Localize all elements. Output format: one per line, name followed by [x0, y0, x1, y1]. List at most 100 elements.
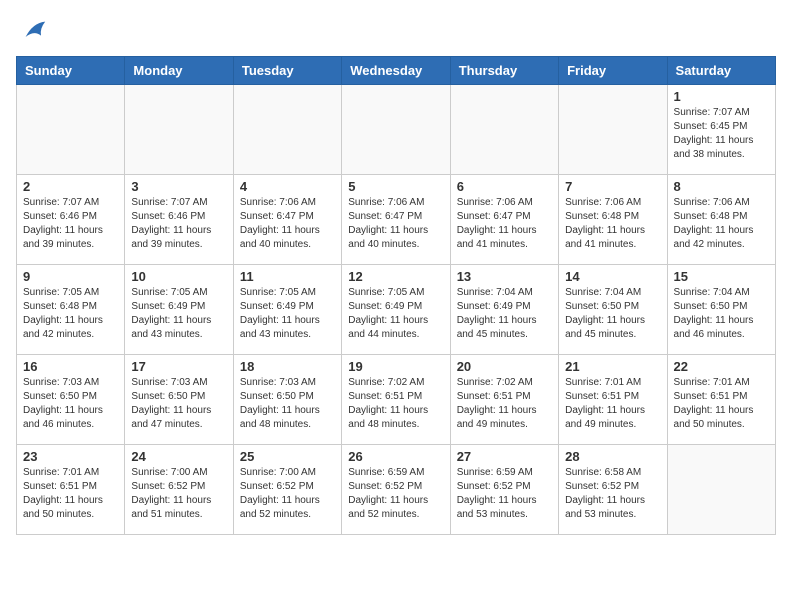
calendar-day-cell: 1 Sunrise: 7:07 AM Sunset: 6:45 PM Daylig…: [667, 85, 775, 175]
calendar-day-cell: 17 Sunrise: 7:03 AM Sunset: 6:50 PM Dayli…: [125, 355, 233, 445]
calendar-day-cell: 5 Sunrise: 7:06 AM Sunset: 6:47 PM Daylig…: [342, 175, 450, 265]
calendar-day-cell: 18 Sunrise: 7:03 AM Sunset: 6:50 PM Dayli…: [233, 355, 341, 445]
calendar-day-cell: 11Sunrise: 7:05 AM Sunset: 6:49 PM Dayli…: [233, 265, 341, 355]
day-number: 16: [23, 359, 118, 374]
day-info-text: Sunrise: 7:01 AM Sunset: 6:51 PM Dayligh…: [565, 376, 660, 432]
calendar-table: SundayMondayTuesdayWednesdayThursdayFrid…: [16, 56, 776, 535]
calendar-day-cell: 24 Sunrise: 7:00 AM Sunset: 6:52 PM Dayli…: [125, 445, 233, 535]
calendar-day-cell: 3 Sunrise: 7:07 AM Sunset: 6:46 PM Daylig…: [125, 175, 233, 265]
calendar-day-cell: 15 Sunrise: 7:04 AM Sunset: 6:50 PM Dayli…: [667, 265, 775, 355]
calendar-day-cell: 22 Sunrise: 7:01 AM Sunset: 6:51 PM Dayli…: [667, 355, 775, 445]
day-info-text: Sunrise: 7:04 AM Sunset: 6:50 PM Dayligh…: [674, 286, 769, 342]
calendar-day-cell: [559, 85, 667, 175]
day-info-text: Sunrise: 7:06 AM Sunset: 6:47 PM Dayligh…: [457, 196, 552, 252]
page-header: [16, 16, 776, 44]
day-number: 12: [348, 269, 443, 284]
day-number: 15: [674, 269, 769, 284]
day-number: 20: [457, 359, 552, 374]
calendar-day-cell: [233, 85, 341, 175]
calendar-week-row: 16 Sunrise: 7:03 AM Sunset: 6:50 PM Dayli…: [17, 355, 776, 445]
day-number: 18: [240, 359, 335, 374]
calendar-day-cell: [450, 85, 558, 175]
calendar-day-cell: 21 Sunrise: 7:01 AM Sunset: 6:51 PM Dayli…: [559, 355, 667, 445]
calendar-day-cell: 6 Sunrise: 7:06 AM Sunset: 6:47 PM Daylig…: [450, 175, 558, 265]
day-number: 28: [565, 449, 660, 464]
day-info-text: Sunrise: 7:03 AM Sunset: 6:50 PM Dayligh…: [240, 376, 335, 432]
day-number: 21: [565, 359, 660, 374]
day-info-text: Sunrise: 7:01 AM Sunset: 6:51 PM Dayligh…: [23, 466, 118, 522]
day-info-text: Sunrise: 7:05 AM Sunset: 6:48 PM Dayligh…: [23, 286, 118, 342]
day-number: 5: [348, 179, 443, 194]
calendar-day-cell: 7 Sunrise: 7:06 AM Sunset: 6:48 PM Daylig…: [559, 175, 667, 265]
day-number: 23: [23, 449, 118, 464]
calendar-day-cell: 23 Sunrise: 7:01 AM Sunset: 6:51 PM Dayli…: [17, 445, 125, 535]
calendar-week-row: 23 Sunrise: 7:01 AM Sunset: 6:51 PM Dayli…: [17, 445, 776, 535]
weekday-header-saturday: Saturday: [667, 57, 775, 85]
weekday-header-thursday: Thursday: [450, 57, 558, 85]
calendar-day-cell: 16Sunrise: 7:03 AM Sunset: 6:50 PM Dayli…: [17, 355, 125, 445]
day-number: 19: [348, 359, 443, 374]
day-info-text: Sunrise: 7:00 AM Sunset: 6:52 PM Dayligh…: [131, 466, 226, 522]
day-number: 9: [23, 269, 118, 284]
day-number: 22: [674, 359, 769, 374]
calendar-day-cell: 14Sunrise: 7:04 AM Sunset: 6:50 PM Dayli…: [559, 265, 667, 355]
day-info-text: Sunrise: 7:07 AM Sunset: 6:46 PM Dayligh…: [23, 196, 118, 252]
day-info-text: Sunrise: 6:58 AM Sunset: 6:52 PM Dayligh…: [565, 466, 660, 522]
day-info-text: Sunrise: 7:05 AM Sunset: 6:49 PM Dayligh…: [348, 286, 443, 342]
day-info-text: Sunrise: 7:06 AM Sunset: 6:47 PM Dayligh…: [240, 196, 335, 252]
calendar-day-cell: 4 Sunrise: 7:06 AM Sunset: 6:47 PM Daylig…: [233, 175, 341, 265]
day-info-text: Sunrise: 7:04 AM Sunset: 6:50 PM Dayligh…: [565, 286, 660, 342]
day-number: 4: [240, 179, 335, 194]
logo: [16, 16, 48, 44]
day-info-text: Sunrise: 6:59 AM Sunset: 6:52 PM Dayligh…: [348, 466, 443, 522]
weekday-header-friday: Friday: [559, 57, 667, 85]
day-info-text: Sunrise: 6:59 AM Sunset: 6:52 PM Dayligh…: [457, 466, 552, 522]
calendar-header-row: SundayMondayTuesdayWednesdayThursdayFrid…: [17, 57, 776, 85]
calendar-day-cell: 12 Sunrise: 7:05 AM Sunset: 6:49 PM Dayli…: [342, 265, 450, 355]
day-number: 7: [565, 179, 660, 194]
calendar-day-cell: 8 Sunrise: 7:06 AM Sunset: 6:48 PM Daylig…: [667, 175, 775, 265]
calendar-week-row: 1 Sunrise: 7:07 AM Sunset: 6:45 PM Daylig…: [17, 85, 776, 175]
day-info-text: Sunrise: 7:06 AM Sunset: 6:48 PM Dayligh…: [565, 196, 660, 252]
weekday-header-sunday: Sunday: [17, 57, 125, 85]
calendar-day-cell: [667, 445, 775, 535]
calendar-day-cell: 20Sunrise: 7:02 AM Sunset: 6:51 PM Dayli…: [450, 355, 558, 445]
weekday-header-monday: Monday: [125, 57, 233, 85]
day-number: 10: [131, 269, 226, 284]
calendar-week-row: 9 Sunrise: 7:05 AM Sunset: 6:48 PM Daylig…: [17, 265, 776, 355]
day-info-text: Sunrise: 7:05 AM Sunset: 6:49 PM Dayligh…: [240, 286, 335, 342]
calendar-day-cell: [342, 85, 450, 175]
day-info-text: Sunrise: 7:01 AM Sunset: 6:51 PM Dayligh…: [674, 376, 769, 432]
calendar-day-cell: 25 Sunrise: 7:00 AM Sunset: 6:52 PM Dayli…: [233, 445, 341, 535]
day-number: 1: [674, 89, 769, 104]
day-number: 2: [23, 179, 118, 194]
day-number: 13: [457, 269, 552, 284]
calendar-day-cell: 2 Sunrise: 7:07 AM Sunset: 6:46 PM Daylig…: [17, 175, 125, 265]
day-info-text: Sunrise: 7:04 AM Sunset: 6:49 PM Dayligh…: [457, 286, 552, 342]
day-info-text: Sunrise: 7:05 AM Sunset: 6:49 PM Dayligh…: [131, 286, 226, 342]
day-info-text: Sunrise: 7:07 AM Sunset: 6:45 PM Dayligh…: [674, 106, 769, 162]
calendar-day-cell: 27 Sunrise: 6:59 AM Sunset: 6:52 PM Dayli…: [450, 445, 558, 535]
calendar-day-cell: 26 Sunrise: 6:59 AM Sunset: 6:52 PM Dayli…: [342, 445, 450, 535]
day-number: 25: [240, 449, 335, 464]
day-info-text: Sunrise: 7:03 AM Sunset: 6:50 PM Dayligh…: [131, 376, 226, 432]
day-info-text: Sunrise: 7:00 AM Sunset: 6:52 PM Dayligh…: [240, 466, 335, 522]
calendar-day-cell: 28 Sunrise: 6:58 AM Sunset: 6:52 PM Dayli…: [559, 445, 667, 535]
day-number: 8: [674, 179, 769, 194]
calendar-day-cell: 19 Sunrise: 7:02 AM Sunset: 6:51 PM Dayli…: [342, 355, 450, 445]
calendar-week-row: 2 Sunrise: 7:07 AM Sunset: 6:46 PM Daylig…: [17, 175, 776, 265]
day-number: 3: [131, 179, 226, 194]
day-number: 24: [131, 449, 226, 464]
calendar-day-cell: 13 Sunrise: 7:04 AM Sunset: 6:49 PM Dayli…: [450, 265, 558, 355]
day-number: 17: [131, 359, 226, 374]
day-info-text: Sunrise: 7:06 AM Sunset: 6:47 PM Dayligh…: [348, 196, 443, 252]
day-info-text: Sunrise: 7:07 AM Sunset: 6:46 PM Dayligh…: [131, 196, 226, 252]
day-info-text: Sunrise: 7:06 AM Sunset: 6:48 PM Dayligh…: [674, 196, 769, 252]
day-info-text: Sunrise: 7:02 AM Sunset: 6:51 PM Dayligh…: [348, 376, 443, 432]
day-number: 6: [457, 179, 552, 194]
logo-bird-icon: [20, 16, 48, 44]
day-number: 27: [457, 449, 552, 464]
calendar-day-cell: [17, 85, 125, 175]
calendar-day-cell: [125, 85, 233, 175]
day-number: 26: [348, 449, 443, 464]
